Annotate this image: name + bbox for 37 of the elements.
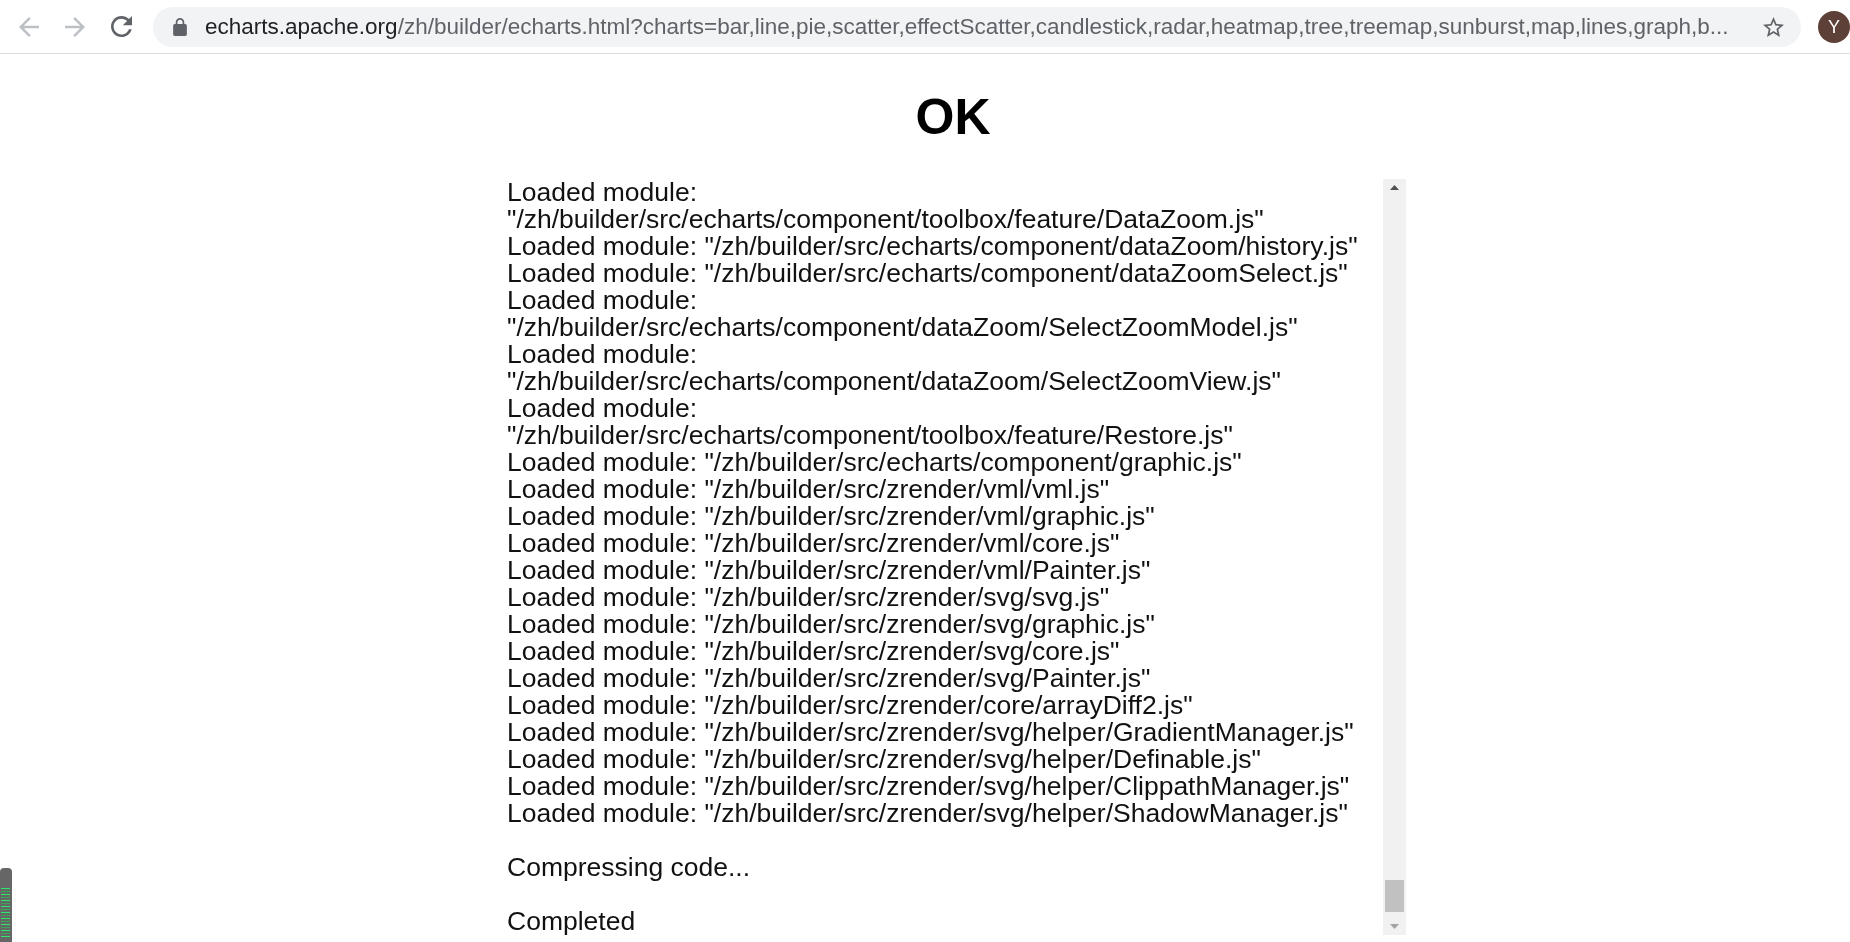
arrow-left-icon bbox=[19, 16, 39, 37]
address-bar[interactable]: echarts.apache.org/zh/builder/echarts.html?charts=bar,line,pie,scatter,effectScatter,candlestick,radar,heatmap,tree,treemap,sunburst,map,lines,graph,b... bbox=[153, 6, 1801, 47]
scrollbar-thumb[interactable] bbox=[1385, 880, 1404, 912]
log-line: Loaded module: "/zh/builder/src/echarts/component/toolbox/feature/Restore.js" bbox=[507, 395, 1233, 449]
log-line: Loaded module: "/zh/builder/src/zrender/svg/svg.js" bbox=[507, 584, 1110, 611]
log-line: Loaded module: "/zh/builder/src/zrender/svg/helper/Definable.js" bbox=[507, 746, 1261, 773]
log-line: Loaded module: "/zh/builder/src/zrender/vml/core.js" bbox=[507, 530, 1120, 557]
log-line: Loaded module: "/zh/builder/src/zrender/svg/Painter.js" bbox=[507, 665, 1152, 692]
status-line: Compressing code... bbox=[507, 854, 752, 881]
log-line: Loaded module: "/zh/builder/src/zrender/svg/core.js" bbox=[507, 638, 1120, 665]
page-heading: OK bbox=[915, 89, 991, 146]
lock-icon bbox=[173, 17, 187, 36]
log-line: Loaded module: "/zh/builder/src/zrender/core/arrayDiff2.js" bbox=[507, 692, 1194, 719]
star-icon[interactable] bbox=[1763, 16, 1784, 37]
log-line: Loaded module: "/zh/builder/src/echarts/component/dataZoomSelect.js" bbox=[507, 260, 1348, 287]
log-line: Loaded module: "/zh/builder/src/echarts/component/dataZoom/history.js" bbox=[507, 233, 1359, 260]
log-line: Loaded module: "/zh/builder/src/echarts/component/dataZoom/SelectZoomView.js" bbox=[507, 341, 1281, 395]
log-line: Loaded module: "/zh/builder/src/echarts/component/dataZoom/SelectZoomModel.js" bbox=[507, 287, 1298, 341]
triangle-up-icon bbox=[1390, 185, 1399, 190]
url-text: echarts.apache.org/zh/builder/echarts.html?charts=bar,line,pie,scatter,effectScatter,candlestick,radar,heatmap,tree,treemap,sunburst,map,lines,graph,b... bbox=[205, 13, 1730, 40]
log-line: Loaded module: "/zh/builder/src/zrender/vml/vml.js" bbox=[507, 476, 1110, 503]
log-line: Loaded module: "/zh/builder/src/zrender/vml/Painter.js" bbox=[507, 557, 1152, 584]
log-line: Loaded module: "/zh/builder/src/echarts/component/toolbox/feature/DataZoom.js" bbox=[507, 179, 1265, 233]
log-line: Loaded module: "/zh/builder/src/zrender/svg/helper/ShadowManager.js" bbox=[507, 800, 1349, 827]
reload-button[interactable] bbox=[110, 14, 132, 39]
reload-icon bbox=[110, 16, 132, 37]
scrollbar[interactable] bbox=[1383, 179, 1406, 935]
level-meter-icon bbox=[0, 868, 12, 942]
log-line: Loaded module: "/zh/builder/src/zrender/vml/graphic.js" bbox=[507, 503, 1156, 530]
arrow-right-icon bbox=[65, 16, 85, 37]
status-line: Completed bbox=[507, 908, 637, 935]
profile-avatar[interactable]: Y bbox=[1818, 10, 1850, 43]
triangle-down-icon bbox=[1390, 924, 1399, 929]
log-line: Loaded module: "/zh/builder/src/zrender/svg/graphic.js" bbox=[507, 611, 1156, 638]
log-line: Loaded module: "/zh/builder/src/zrender/svg/helper/GradientManager.js" bbox=[507, 719, 1355, 746]
log-line: Loaded module: "/zh/builder/src/zrender/svg/helper/ClippathManager.js" bbox=[507, 773, 1351, 800]
log-line: Loaded module: "/zh/builder/src/echarts/component/graphic.js" bbox=[507, 449, 1243, 476]
